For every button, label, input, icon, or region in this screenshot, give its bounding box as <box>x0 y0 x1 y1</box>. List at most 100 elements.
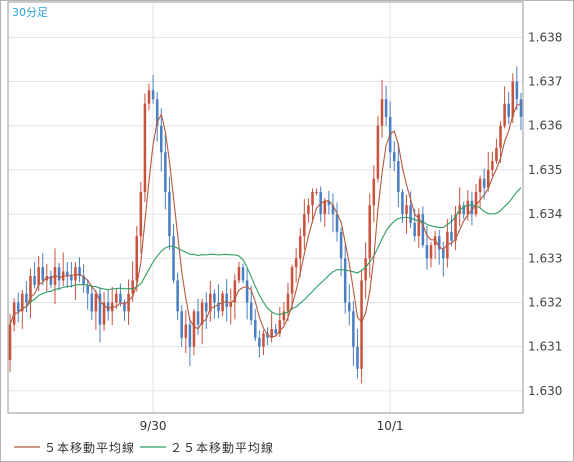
candle-body-up <box>478 178 482 193</box>
candle-body-up <box>94 293 98 312</box>
candle-body-down <box>196 311 200 325</box>
candle-body-down <box>392 152 396 162</box>
candle-body-down <box>450 231 453 241</box>
candle-body-up <box>323 200 327 215</box>
candle-body-down <box>25 293 28 303</box>
candle-body-up <box>286 293 290 312</box>
candle-body-down <box>225 293 228 307</box>
candle-body-up <box>376 125 380 179</box>
y-axis: 1.630 1.631 1.632 1.633 1.634 1.635 1.636 1.637… <box>528 30 562 398</box>
candle-body-down <box>176 280 179 312</box>
candle-body-up <box>307 205 310 215</box>
candle-body-down <box>160 125 163 153</box>
candle-body-up <box>8 324 12 360</box>
candle-body-up <box>364 258 367 281</box>
candle-body-down <box>348 302 351 312</box>
candle-body-down <box>339 231 343 259</box>
candle-body-up <box>143 103 147 193</box>
candle-body-down <box>164 152 167 193</box>
candle-body-down <box>151 90 155 100</box>
candle-body-down <box>384 99 388 117</box>
ma25-legend-label: ２５本移動平均線 <box>170 440 274 455</box>
candle-body-up <box>315 192 318 194</box>
candle-body-up <box>380 99 384 126</box>
candle-body-down <box>86 284 89 294</box>
candle-body-down <box>442 249 445 259</box>
y-tick-label: 1.633 <box>528 251 562 265</box>
candle-body-up <box>495 147 498 162</box>
candle-body-down <box>245 280 249 303</box>
candle-body-up <box>311 192 314 206</box>
candle-body-down <box>401 192 404 215</box>
candle-body-up <box>368 205 371 259</box>
candle-body-down <box>515 81 519 100</box>
candle-body-up <box>139 192 143 237</box>
candle-body-up <box>405 205 408 215</box>
candle-body-down <box>421 214 425 246</box>
candle-body-up <box>262 333 265 347</box>
chart-container: 1.630 1.631 1.632 1.633 1.634 1.635 1.636 1.637… <box>0 0 574 462</box>
candle-body-down <box>470 200 474 215</box>
candle-body-up <box>135 236 139 281</box>
timeframe-label: 30分足 <box>12 6 48 19</box>
candle-body-up <box>503 103 506 126</box>
candle-body-down <box>409 205 412 223</box>
candle-body-up <box>298 236 302 259</box>
candle-body-down <box>70 276 73 281</box>
candle-body-down <box>119 293 122 303</box>
candle-body-down <box>425 245 429 259</box>
candle-body-up <box>511 81 515 117</box>
candle-body-up <box>294 258 298 268</box>
chart-frame <box>0 0 574 462</box>
candle-body-up <box>115 293 118 303</box>
candle-body-down <box>188 324 192 347</box>
candle-body-up <box>491 161 494 170</box>
y-tick-label: 1.634 <box>528 207 562 221</box>
candle-body-up <box>290 267 294 294</box>
candle-body-up <box>499 125 502 148</box>
candle-body-down <box>413 222 416 237</box>
candle-body-up <box>360 280 363 369</box>
candle-body-up <box>147 90 151 104</box>
candle-body-down <box>168 192 171 237</box>
candle-body-down <box>204 302 208 312</box>
candle-body-down <box>352 311 355 347</box>
candle-body-down <box>90 293 94 312</box>
candle-body-down <box>507 103 510 117</box>
candle-body-up <box>429 245 433 259</box>
candle-body-up <box>184 324 188 338</box>
candle-body-down <box>274 329 277 334</box>
candle-body-down <box>180 311 183 338</box>
candle-body-up <box>237 267 241 281</box>
candle-body-down <box>41 267 45 281</box>
candle-body-down <box>519 99 523 117</box>
candle-body-up <box>466 200 470 215</box>
candle-body-down <box>106 302 110 312</box>
candle-body-down <box>57 267 61 281</box>
candle-body-up <box>474 192 478 215</box>
candle-body-down <box>241 267 245 281</box>
y-tick-label: 1.636 <box>528 119 562 133</box>
candle-body-down <box>213 293 216 303</box>
candle-body-down <box>172 236 175 281</box>
candle-body-up <box>192 311 196 347</box>
candle-body-down <box>397 161 400 193</box>
candle-body-up <box>37 267 40 285</box>
y-tick-label: 1.635 <box>528 163 562 177</box>
candle-body-down <box>356 346 359 369</box>
y-tick-label: 1.630 <box>528 384 562 398</box>
ma5-legend-label: ５本移動平均線 <box>44 440 135 455</box>
y-tick-label: 1.631 <box>528 340 562 354</box>
y-tick-label: 1.637 <box>528 75 562 89</box>
candle-body-down <box>258 337 261 347</box>
candle-body-up <box>127 293 130 312</box>
candle-body-up <box>131 280 134 294</box>
candle-body-up <box>303 214 306 237</box>
candle-body-down <box>33 276 36 285</box>
candle-body-down <box>254 320 257 338</box>
candle-body-down <box>16 302 20 312</box>
x-tick-label: 10/1 <box>377 419 404 433</box>
y-tick-label: 1.632 <box>528 296 562 310</box>
candle-body-down <box>249 302 253 321</box>
candlestick-chart: 1.630 1.631 1.632 1.633 1.634 1.635 1.636 1.637… <box>0 0 574 462</box>
